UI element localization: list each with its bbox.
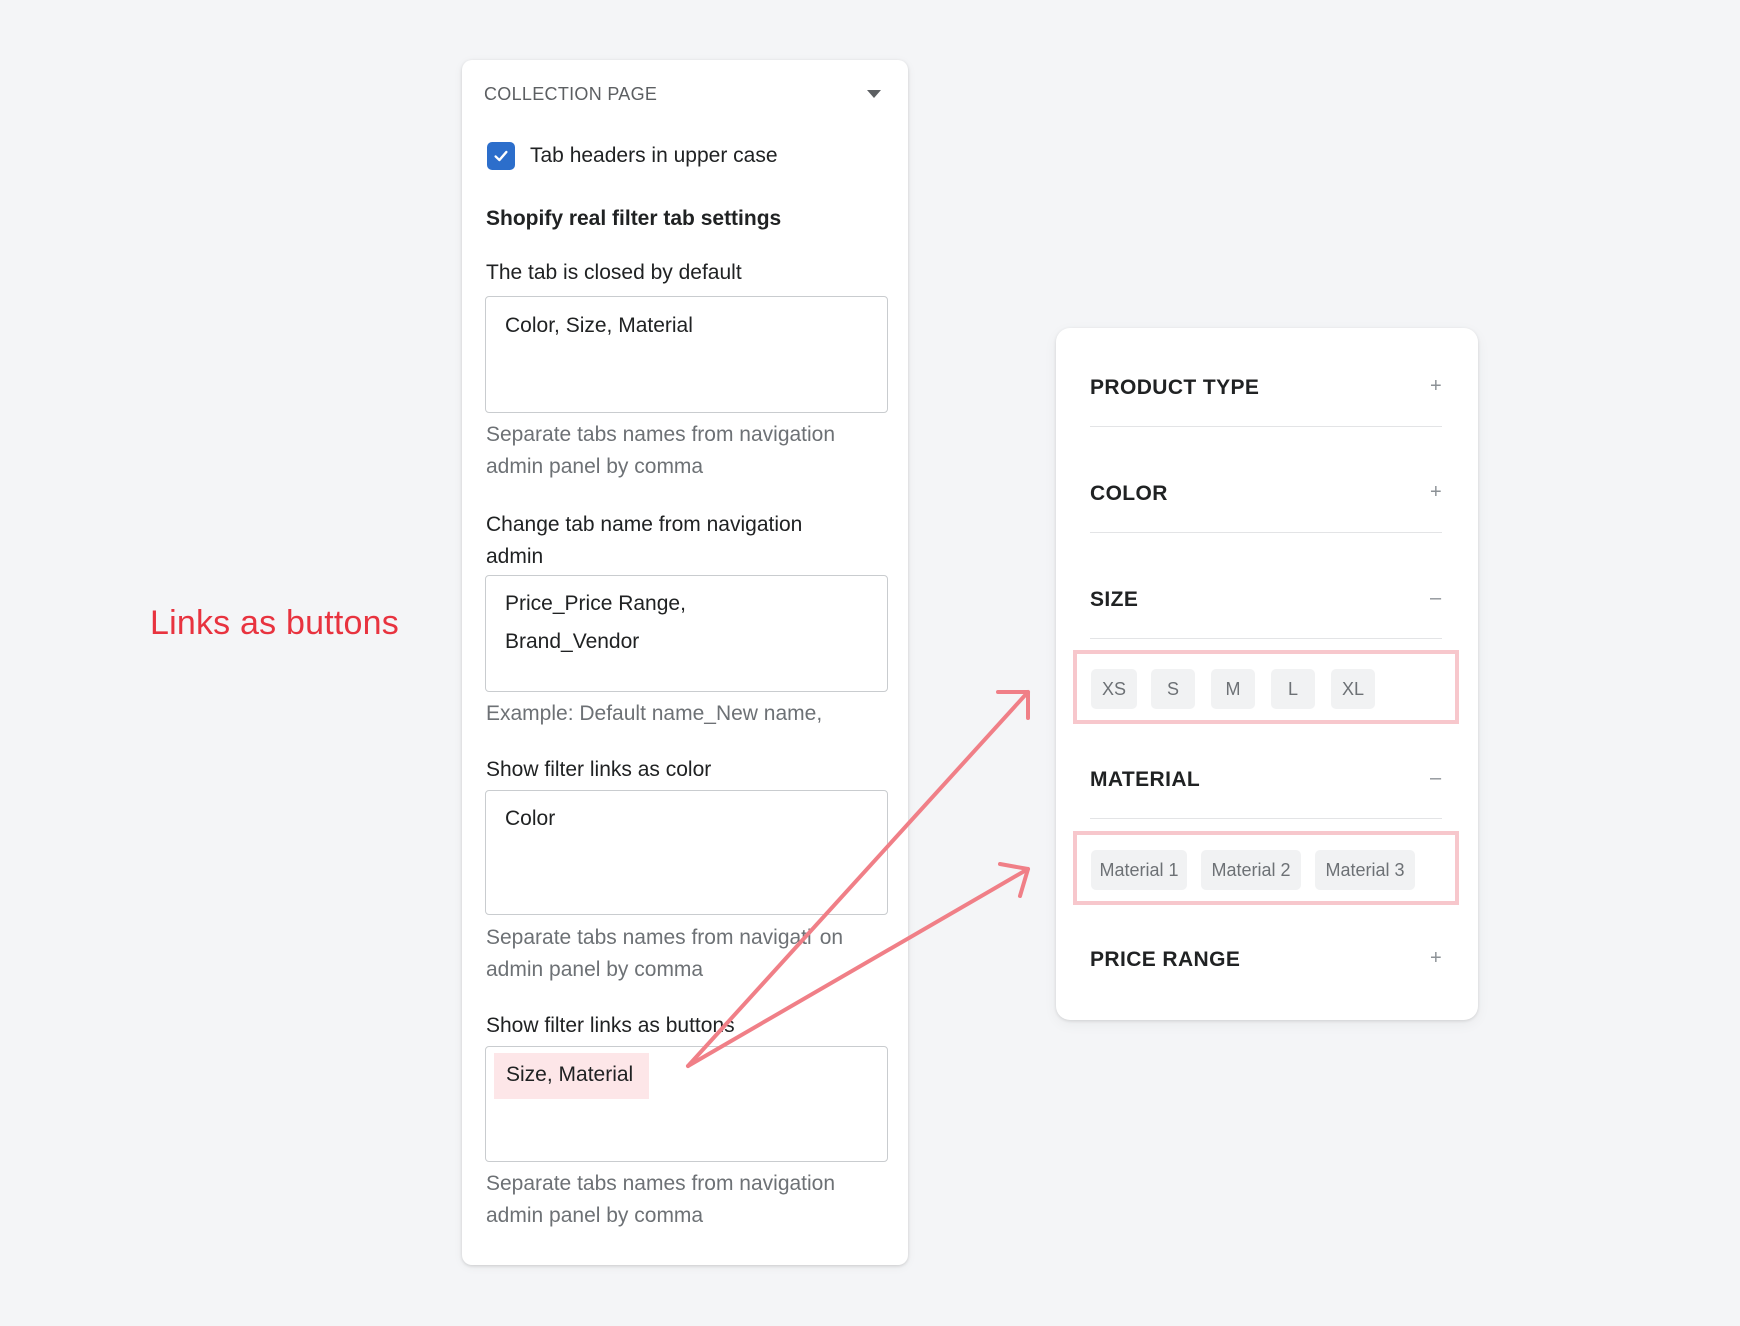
material-button[interactable]: Material 1 <box>1091 850 1187 890</box>
tab-color[interactable]: COLOR <box>1090 482 1168 506</box>
plus-icon[interactable]: + <box>1430 481 1442 504</box>
change-tab-name-label: admin <box>486 545 544 568</box>
change-tab-name-value: Brand_Vendor <box>505 630 640 653</box>
closed-by-default-field[interactable]: Color, Size, Material <box>485 296 888 413</box>
tab-product-type[interactable]: PRODUCT TYPE <box>1090 376 1259 400</box>
help-text: Separate tabs names from navigation <box>486 1172 836 1195</box>
change-tab-name-value: Price_Price Range, <box>505 592 686 615</box>
size-button[interactable]: XS <box>1091 669 1137 709</box>
uppercase-checkbox[interactable] <box>487 142 515 170</box>
size-button[interactable]: S <box>1151 669 1195 709</box>
help-text: Separate tabs names from navigation <box>486 423 836 446</box>
help-text-part: on <box>819 926 844 949</box>
divider <box>1090 818 1442 819</box>
help-text: Separate tabs names from navigati on <box>486 922 843 954</box>
tab-size[interactable]: SIZE <box>1090 588 1138 612</box>
help-text-part: Separate tabs names from navigati <box>486 926 812 949</box>
links-as-color-value: Color <box>505 807 556 830</box>
links-as-color-field[interactable]: Color <box>485 790 888 915</box>
arrowhead <box>998 862 1030 898</box>
divider <box>1090 532 1442 533</box>
material-button[interactable]: Material 2 <box>1201 850 1301 890</box>
size-buttons-highlight: XS S M L XL <box>1073 650 1459 724</box>
size-button[interactable]: M <box>1211 669 1255 709</box>
size-button[interactable]: XL <box>1331 669 1375 709</box>
help-text: Example: Default name_New name, <box>486 702 823 725</box>
label-part: Show filter links as butt <box>486 1014 701 1037</box>
checkmark-icon <box>494 150 508 162</box>
filter-preview-panel: PRODUCT TYPE + COLOR + SIZE – XS S M L X… <box>1056 328 1478 1020</box>
plus-icon[interactable]: + <box>1430 375 1442 398</box>
divider <box>1090 426 1442 427</box>
links-as-color-label: Show filter links as color <box>486 758 712 781</box>
change-tab-name-label: Change tab name from navigation <box>486 513 803 536</box>
links-as-buttons-field[interactable]: Size, Material <box>485 1046 888 1162</box>
plus-icon[interactable]: + <box>1430 947 1442 970</box>
arrowhead <box>996 690 1030 720</box>
material-button[interactable]: Material 3 <box>1315 850 1415 890</box>
caret-down-icon[interactable] <box>867 90 881 98</box>
section-heading: Shopify real filter tab settings <box>486 207 782 230</box>
label-part: ons <box>700 1014 735 1037</box>
closed-by-default-value: Color, Size, Material <box>505 314 693 337</box>
closed-by-default-label: The tab is closed by default <box>486 261 742 284</box>
panel-title: COLLECTION PAGE <box>484 84 658 104</box>
minus-icon[interactable]: – <box>1430 767 1441 790</box>
tab-material[interactable]: MATERIAL <box>1090 768 1200 792</box>
change-tab-name-field[interactable]: Price_Price Range, Brand_Vendor <box>485 575 888 692</box>
links-as-buttons-label: Show filter links as buttons <box>486 1010 735 1042</box>
help-text: admin panel by comma <box>486 455 704 478</box>
material-buttons-highlight: Material 1 Material 2 Material 3 <box>1073 831 1459 905</box>
divider <box>1090 638 1442 639</box>
help-text: admin panel by comma <box>486 958 704 981</box>
size-button[interactable]: L <box>1271 669 1315 709</box>
annotation-title: Links as buttons <box>150 604 399 642</box>
help-text: admin panel by comma <box>486 1204 704 1227</box>
checkbox-label: Tab headers in upper case <box>530 144 778 167</box>
settings-panel: COLLECTION PAGE Tab headers in upper cas… <box>462 60 908 1265</box>
tab-price-range[interactable]: PRICE RANGE <box>1090 948 1240 972</box>
links-as-buttons-value: Size, Material <box>494 1053 650 1099</box>
minus-icon[interactable]: – <box>1430 587 1441 610</box>
